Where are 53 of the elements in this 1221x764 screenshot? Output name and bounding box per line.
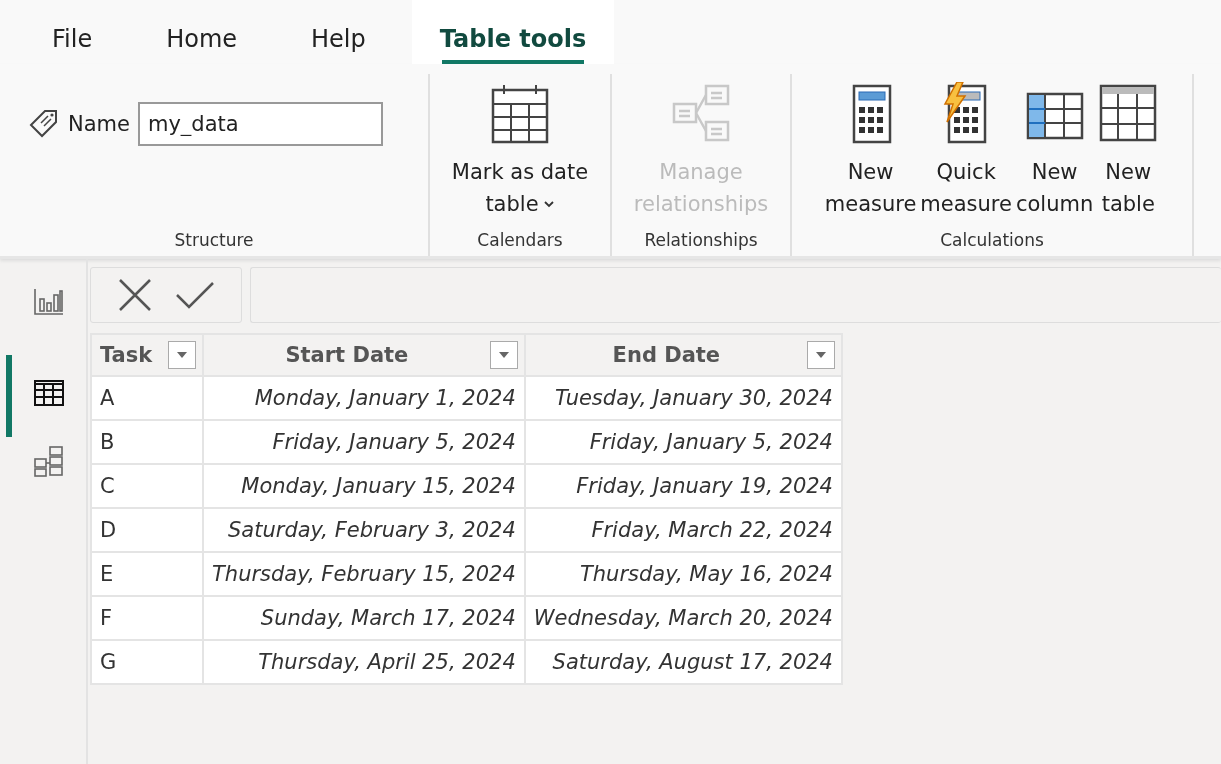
table-cell: Friday, January 5, 2024 — [203, 420, 525, 464]
table-cell: Wednesday, March 20, 2024 — [524, 596, 842, 640]
table-cell: Thursday, April 25, 2024 — [203, 640, 525, 684]
caret-icon — [177, 352, 187, 358]
table-cell: G — [91, 640, 203, 684]
close-icon[interactable] — [117, 277, 153, 313]
caret-icon — [498, 352, 509, 358]
calendar-icon — [489, 82, 551, 144]
ribbon-tab[interactable]: File — [30, 0, 115, 64]
group-label: Relationships — [643, 230, 759, 252]
table-cell: D — [91, 508, 203, 552]
column-header[interactable]: Task — [91, 334, 203, 376]
filter-button[interactable] — [806, 341, 835, 369]
ribbon-tab[interactable]: Help — [289, 0, 388, 64]
check-icon[interactable] — [175, 280, 215, 310]
table-cell: Monday, January 15, 2024 — [203, 464, 525, 508]
diagram-icon — [33, 445, 65, 477]
table-cell: E — [91, 552, 203, 596]
ribbon-button[interactable]: New table — [1097, 74, 1160, 222]
group-label: Calendars — [476, 230, 564, 252]
group-label: Calculations — [939, 230, 1045, 252]
group-label: Structure — [173, 230, 255, 252]
table-cell: Saturday, August 17, 2024 — [524, 640, 842, 684]
ribbon-button[interactable]: New column — [1015, 74, 1094, 222]
filter-button[interactable] — [489, 341, 518, 369]
table-cell: F — [91, 596, 203, 640]
ribbon-tab[interactable]: Home — [144, 0, 260, 64]
caret-icon — [542, 200, 555, 208]
table-cell: Saturday, February 3, 2024 — [203, 508, 525, 552]
name-label: Name — [68, 112, 130, 136]
table-cell: Friday, January 5, 2024 — [524, 420, 842, 464]
ribbon-button[interactable]: New measure — [824, 74, 917, 222]
ribbon-tab[interactable]: Table tools — [411, 0, 615, 64]
table-cell: B — [91, 420, 203, 464]
table-cell: Thursday, May 16, 2024 — [524, 552, 842, 596]
caret-icon — [815, 352, 826, 358]
table-cell: Thursday, February 15, 2024 — [203, 552, 525, 596]
diagram-icon — [670, 82, 732, 144]
table-cell: A — [91, 376, 203, 420]
table-cell: C — [91, 464, 203, 508]
table-cell: Monday, January 1, 2024 — [203, 376, 525, 420]
ribbon-button[interactable]: Mark as date table — [451, 74, 589, 222]
name-field[interactable]: my_data — [137, 102, 383, 146]
table-cell: Friday, January 19, 2024 — [524, 464, 842, 508]
ribbon-button[interactable]: Quick measure — [920, 74, 1012, 222]
table-icon — [33, 377, 65, 409]
column-header[interactable]: Start Date — [203, 334, 525, 376]
table-cell: Friday, March 22, 2024 — [524, 508, 842, 552]
table-cell: Tuesday, January 30, 2024 — [524, 376, 842, 420]
tag-icon — [28, 108, 60, 140]
column-header[interactable]: End Date — [524, 334, 842, 376]
table-cell: Sunday, March 17, 2024 — [203, 596, 525, 640]
filter-button[interactable] — [168, 341, 196, 369]
